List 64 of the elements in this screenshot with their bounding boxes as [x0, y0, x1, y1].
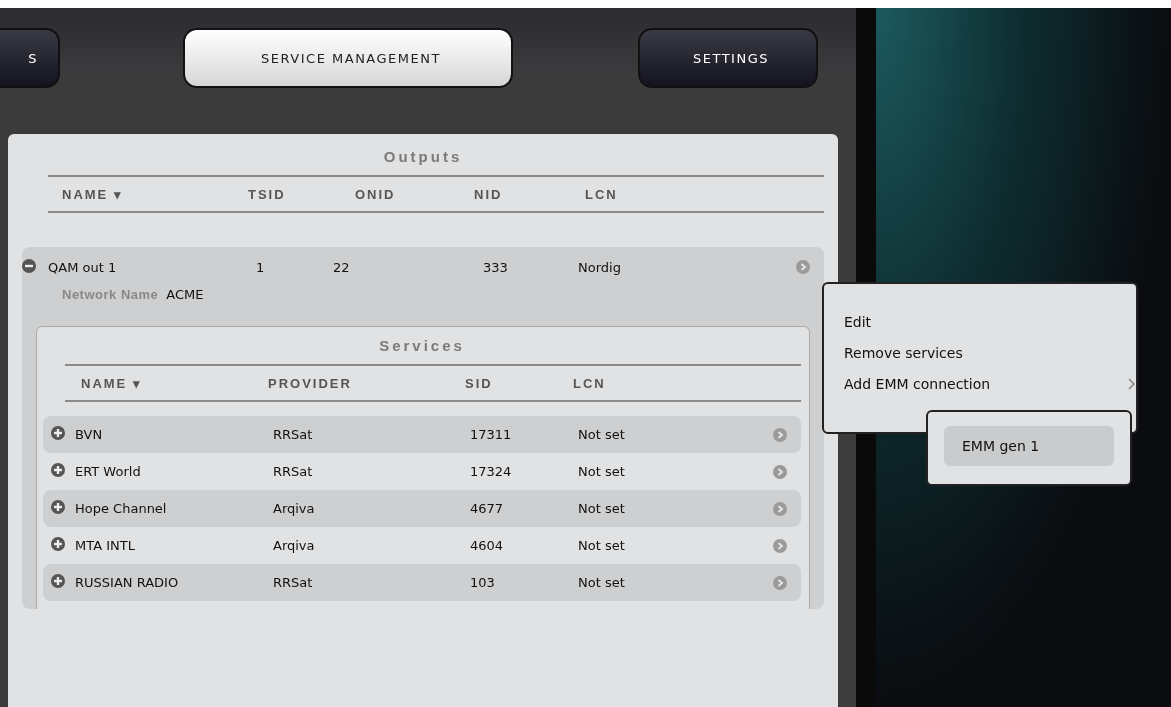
chevron-icon[interactable] — [773, 575, 787, 590]
service-row[interactable]: Hope Channel Arqiva 4677 Not set — [43, 490, 801, 527]
tab[interactable]: S — [0, 28, 60, 88]
tsid-header[interactable]: TSID — [248, 186, 355, 202]
table-cell-text: BVN — [75, 427, 104, 442]
table-cell-text: Arqiva — [273, 501, 316, 516]
table-cell-text: Arqiva — [273, 538, 316, 553]
panel-title: Services — [378, 337, 466, 354]
table-cell-text: ERT World — [75, 464, 142, 479]
field-label: Network Name — [62, 287, 159, 302]
name-header[interactable]: NAME ▾ — [81, 375, 268, 391]
name-header[interactable]: NAME ▾ — [62, 186, 248, 202]
sid-header[interactable]: SID — [465, 375, 573, 391]
table-cell-text: 103 — [470, 575, 496, 590]
table-cell-text: MTA INTL — [75, 538, 136, 553]
menu-item[interactable]: Add EMM connection — [844, 368, 1136, 399]
service-row[interactable]: MTA INTL Arqiva 4604 Not set — [43, 527, 801, 564]
output-row[interactable] — [22, 247, 824, 609]
chevron-icon[interactable] — [773, 538, 787, 553]
tab[interactable]: SERVICE MANAGEMENT — [183, 28, 513, 88]
plus-icon[interactable] — [51, 574, 65, 588]
onid-header[interactable]: ONID — [355, 186, 474, 202]
chevron-icon[interactable] — [773, 501, 787, 516]
menu-item[interactable]: EMM gen 1 — [944, 426, 1114, 466]
minus-icon[interactable] — [22, 258, 36, 273]
lcn-header[interactable]: LCN — [585, 186, 824, 202]
table-cell-text: Not set — [578, 501, 626, 516]
table-cell-text: QAM out 1 — [48, 259, 118, 275]
tab[interactable]: SETTINGS — [638, 28, 818, 88]
table-cell-text: RRSat — [273, 427, 314, 442]
nid-header[interactable]: NID — [474, 186, 585, 202]
provider-header[interactable]: PROVIDER — [268, 375, 465, 391]
chevron-right-icon — [1128, 377, 1136, 390]
plus-icon[interactable] — [51, 537, 65, 551]
service-row[interactable]: RUSSIAN RADIO RRSat 103 Not set — [43, 564, 801, 601]
table-cell-text: 333 — [483, 259, 509, 275]
panel-title: Outputs — [382, 148, 464, 165]
table-cell-text: RRSat — [273, 464, 314, 479]
plus-icon[interactable] — [51, 426, 65, 440]
table-cell-text: Not set — [578, 427, 626, 442]
table-cell-text: 4604 — [470, 538, 505, 553]
table-cell-text: Not set — [578, 464, 626, 479]
field-value: ACME — [166, 287, 204, 302]
table-cell-text: 17324 — [470, 464, 513, 479]
menu-item[interactable]: Edit — [844, 306, 1136, 337]
table-cell-text: RUSSIAN RADIO — [75, 575, 180, 590]
table-cell-text: Nordig — [578, 259, 622, 275]
table-cell-text: 1 — [256, 259, 266, 275]
table-cell-text: 17311 — [470, 427, 513, 442]
table-cell-text: Hope Channel — [75, 501, 168, 516]
menu-item[interactable]: Remove services — [844, 337, 1136, 368]
table-cell-text: RRSat — [273, 575, 314, 590]
table-cell-text: Not set — [578, 538, 626, 553]
plus-icon[interactable] — [51, 500, 65, 514]
table-cell-text: 22 — [333, 259, 351, 275]
table-cell-text: Not set — [578, 575, 626, 590]
lcn-header[interactable]: LCN — [573, 375, 801, 391]
chevron-icon[interactable] — [773, 464, 787, 479]
table-cell-text: 4677 — [470, 501, 505, 516]
service-row[interactable]: ERT World RRSat 17324 Not set — [43, 453, 801, 490]
plus-icon[interactable] — [51, 463, 65, 477]
chevron-icon[interactable] — [773, 427, 787, 442]
chevron-icon[interactable] — [796, 260, 810, 274]
service-row[interactable]: BVN RRSat 17311 Not set — [43, 416, 801, 453]
